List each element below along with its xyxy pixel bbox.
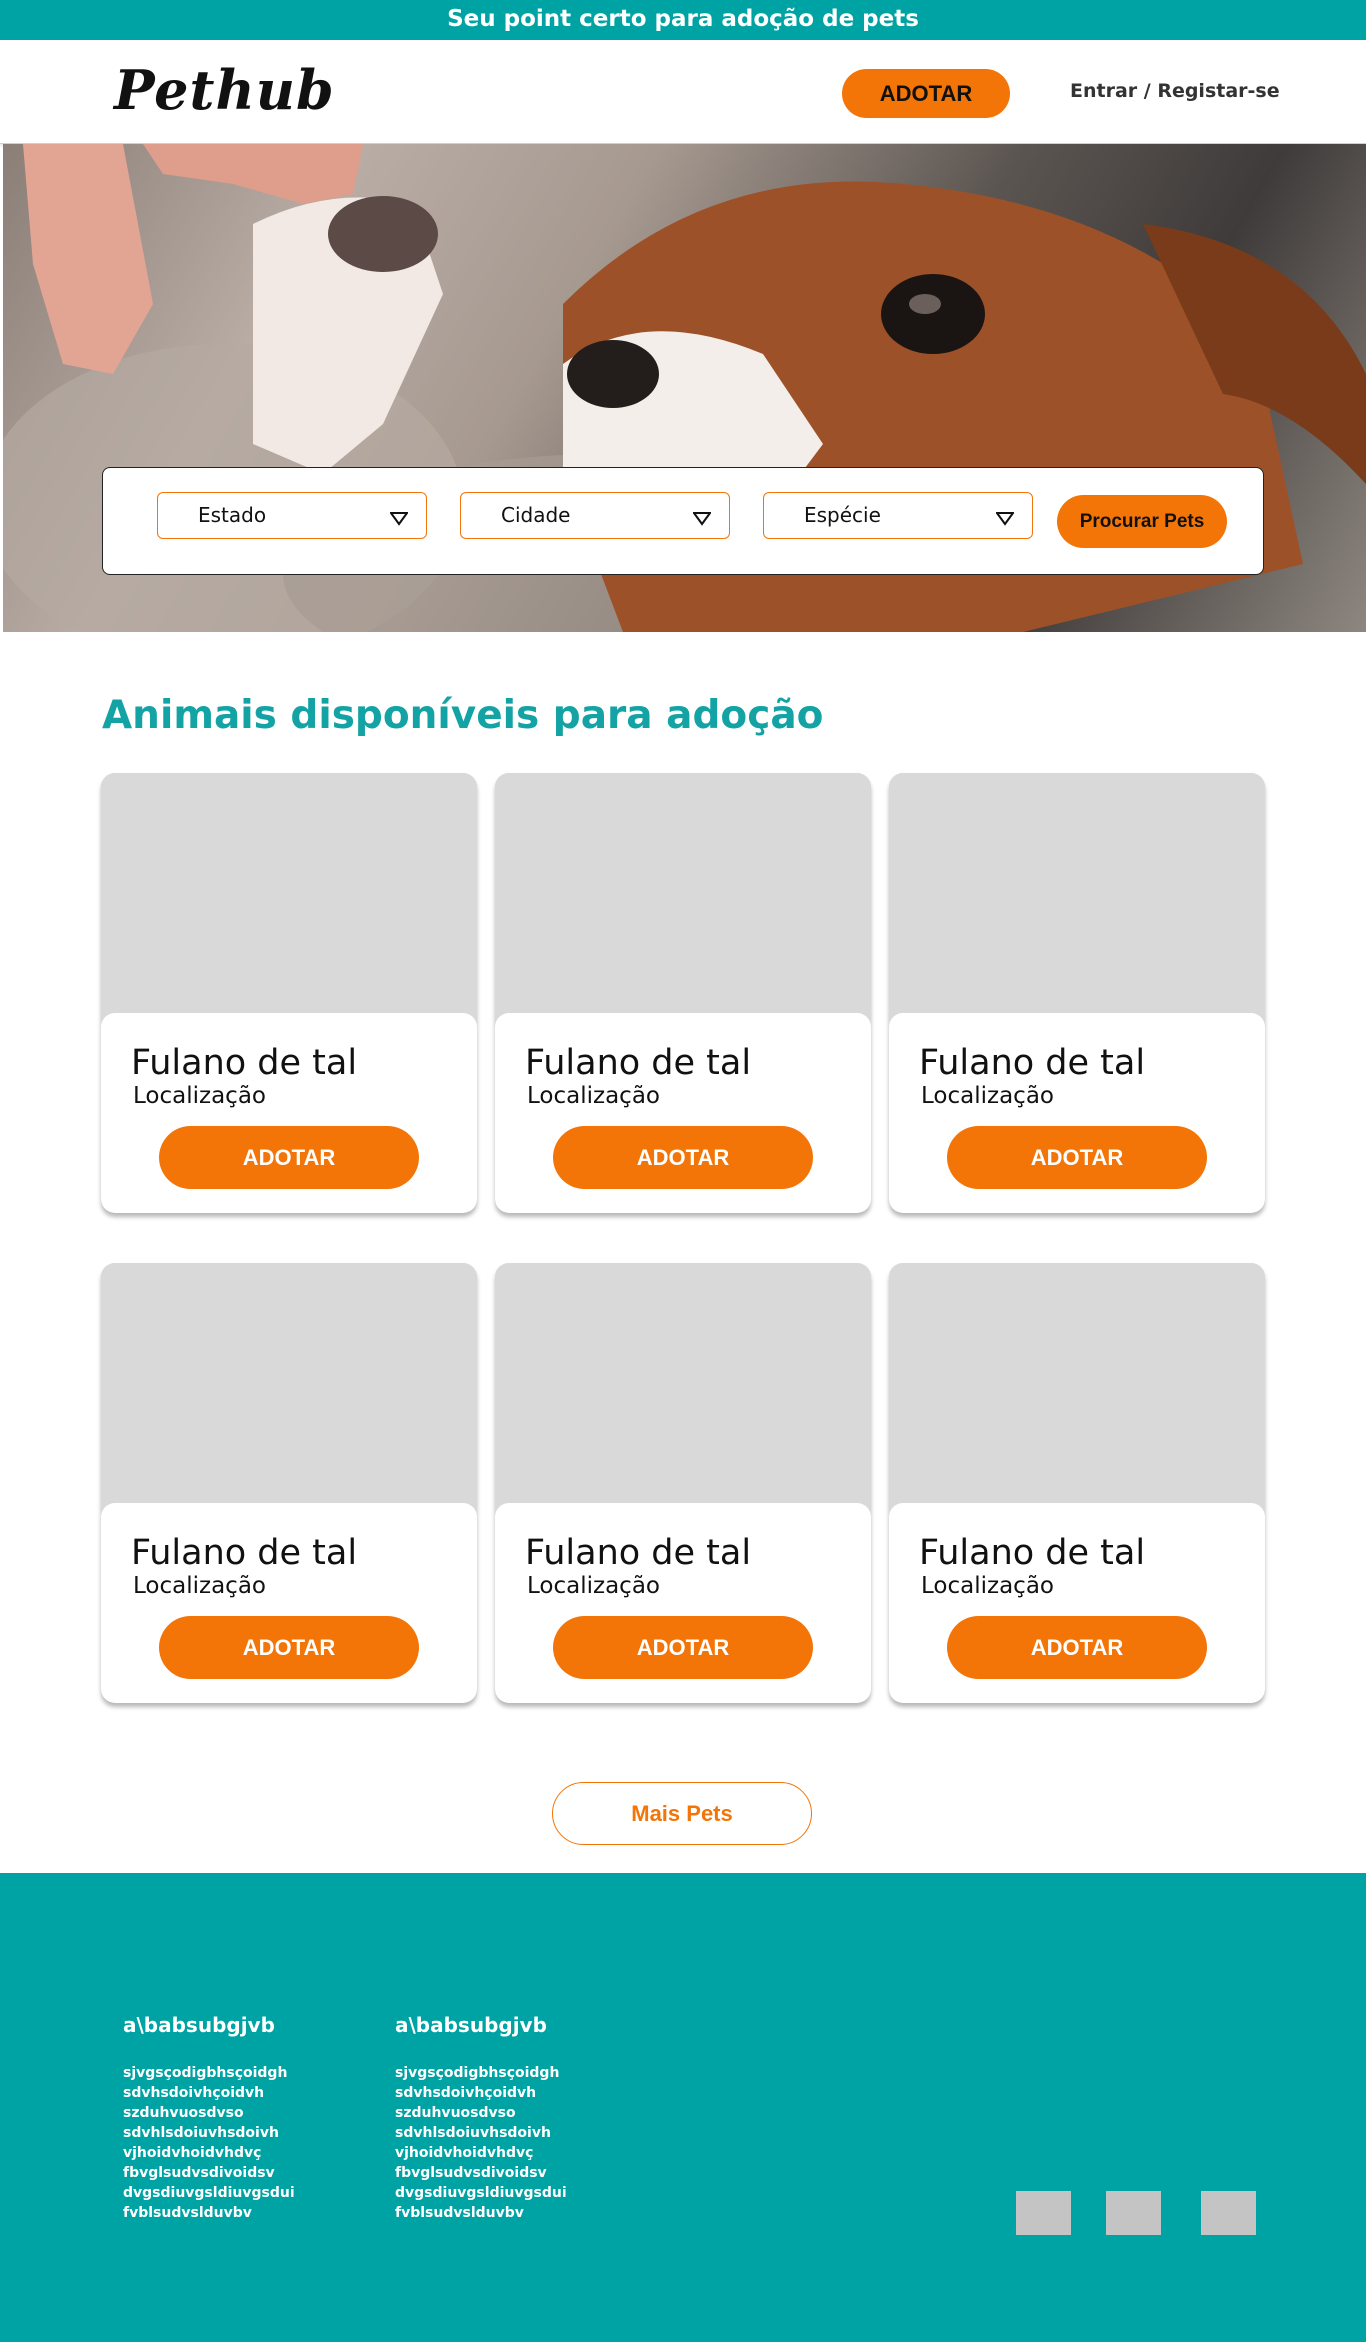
social-icon-placeholder[interactable] — [1106, 2191, 1161, 2235]
pet-card[interactable]: Fulano de tal Localização ADOTAR — [495, 1263, 871, 1703]
social-icon-placeholder[interactable] — [1201, 2191, 1256, 2235]
social-icon-placeholder[interactable] — [1016, 2191, 1071, 2235]
footer-link[interactable]: fbvglsudvsdivoidsv — [395, 2163, 567, 2183]
city-select[interactable]: Cidade — [460, 492, 730, 539]
footer-link[interactable]: szduhvuosdvso — [123, 2103, 295, 2123]
state-select-label: Estado — [198, 503, 267, 527]
pet-location: Localização — [133, 1083, 266, 1109]
chevron-down-icon — [995, 507, 1015, 531]
footer-link[interactable]: sdvhlsdoiuvhsdoivh — [395, 2123, 567, 2143]
section-title: Animais disponíveis para adoção — [102, 693, 824, 738]
footer-heading: a\babsubgjvb — [123, 2013, 275, 2037]
pet-card-info: Fulano de tal Localização ADOTAR — [495, 1013, 871, 1213]
pet-card-info: Fulano de tal Localização ADOTAR — [889, 1013, 1265, 1213]
pet-card[interactable]: Fulano de tal Localização ADOTAR — [889, 1263, 1265, 1703]
state-select[interactable]: Estado — [157, 492, 427, 539]
chevron-down-icon — [692, 507, 712, 531]
adopt-button[interactable]: ADOTAR — [947, 1616, 1207, 1679]
pet-name: Fulano de tal — [131, 1533, 358, 1573]
pet-location: Localização — [921, 1573, 1054, 1599]
pet-card[interactable]: Fulano de tal Localização ADOTAR — [101, 1263, 477, 1703]
footer-link[interactable]: sdvhsdoivhçoidvh — [395, 2083, 567, 2103]
pet-name: Fulano de tal — [525, 1533, 752, 1573]
pet-photo-placeholder — [495, 773, 871, 1018]
footer-column: a\babsubgjvb sjvgsçodigbhsçoidgh sdvhsdo… — [395, 2013, 567, 2223]
footer-link[interactable]: vjhoidvhoidvhdvç — [395, 2143, 567, 2163]
pet-name: Fulano de tal — [919, 1533, 1146, 1573]
footer-link[interactable]: fvblsudvslduvbv — [123, 2203, 295, 2223]
footer-link[interactable]: sdvhsdoivhçoidvh — [123, 2083, 295, 2103]
pet-card-info: Fulano de tal Localização ADOTAR — [495, 1503, 871, 1703]
pet-photo-placeholder — [495, 1263, 871, 1508]
pet-location: Localização — [527, 1083, 660, 1109]
footer-link-list: sjvgsçodigbhsçoidgh sdvhsdoivhçoidvh szd… — [123, 2063, 295, 2223]
pet-location: Localização — [527, 1573, 660, 1599]
footer-link[interactable]: szduhvuosdvso — [395, 2103, 567, 2123]
login-register-link[interactable]: Entrar / Registar-se — [1070, 80, 1280, 102]
pet-location: Localização — [133, 1573, 266, 1599]
pet-search-panel: Estado Cidade Espécie Procurar Pets — [102, 467, 1264, 575]
footer-column: a\babsubgjvb sjvgsçodigbhsçoidgh sdvhsdo… — [123, 2013, 295, 2223]
pet-name: Fulano de tal — [919, 1043, 1146, 1083]
pet-photo-placeholder — [889, 773, 1265, 1018]
pet-card-info: Fulano de tal Localização ADOTAR — [101, 1503, 477, 1703]
adopt-button[interactable]: ADOTAR — [159, 1126, 419, 1189]
footer-link[interactable]: dvgsdiuvgsldiuvgsdui — [123, 2183, 295, 2203]
city-select-label: Cidade — [501, 503, 571, 527]
pet-card-info: Fulano de tal Localização ADOTAR — [101, 1013, 477, 1213]
footer-link[interactable]: sjvgsçodigbhsçoidgh — [123, 2063, 295, 2083]
site-footer: a\babsubgjvb sjvgsçodigbhsçoidgh sdvhsdo… — [0, 1873, 1366, 2342]
more-pets-button[interactable]: Mais Pets — [552, 1782, 812, 1845]
pet-name: Fulano de tal — [131, 1043, 358, 1083]
promo-text: Seu point certo para adoção de pets — [447, 6, 919, 32]
pet-card[interactable]: Fulano de tal Localização ADOTAR — [101, 773, 477, 1213]
species-select[interactable]: Espécie — [763, 492, 1033, 539]
species-select-label: Espécie — [804, 503, 881, 527]
adopt-button[interactable]: ADOTAR — [947, 1126, 1207, 1189]
pet-location: Localização — [921, 1083, 1054, 1109]
header-adopt-button[interactable]: ADOTAR — [842, 69, 1010, 118]
pet-photo-placeholder — [889, 1263, 1265, 1508]
pet-name: Fulano de tal — [525, 1043, 752, 1083]
search-pets-button[interactable]: Procurar Pets — [1057, 495, 1227, 548]
site-header: Pethub ADOTAR Entrar / Registar-se — [0, 40, 1366, 144]
pet-photo-placeholder — [101, 773, 477, 1018]
footer-link[interactable]: sjvgsçodigbhsçoidgh — [395, 2063, 567, 2083]
footer-link[interactable]: sdvhlsdoiuvhsdoivh — [123, 2123, 295, 2143]
footer-link[interactable]: vjhoidvhoidvhdvç — [123, 2143, 295, 2163]
adopt-button[interactable]: ADOTAR — [159, 1616, 419, 1679]
adopt-button[interactable]: ADOTAR — [553, 1126, 813, 1189]
pet-card[interactable]: Fulano de tal Localização ADOTAR — [495, 773, 871, 1213]
pet-photo-placeholder — [101, 1263, 477, 1508]
chevron-down-icon — [389, 507, 409, 531]
pethub-logo[interactable]: Pethub — [114, 58, 335, 122]
footer-link[interactable]: dvgsdiuvgsldiuvgsdui — [395, 2183, 567, 2203]
pet-card[interactable]: Fulano de tal Localização ADOTAR — [889, 773, 1265, 1213]
adopt-button[interactable]: ADOTAR — [553, 1616, 813, 1679]
promo-banner: Seu point certo para adoção de pets — [0, 0, 1366, 40]
pet-card-info: Fulano de tal Localização ADOTAR — [889, 1503, 1265, 1703]
footer-heading: a\babsubgjvb — [395, 2013, 547, 2037]
footer-link[interactable]: fbvglsudvsdivoidsv — [123, 2163, 295, 2183]
footer-link-list: sjvgsçodigbhsçoidgh sdvhsdoivhçoidvh szd… — [395, 2063, 567, 2223]
footer-link[interactable]: fvblsudvslduvbv — [395, 2203, 567, 2223]
